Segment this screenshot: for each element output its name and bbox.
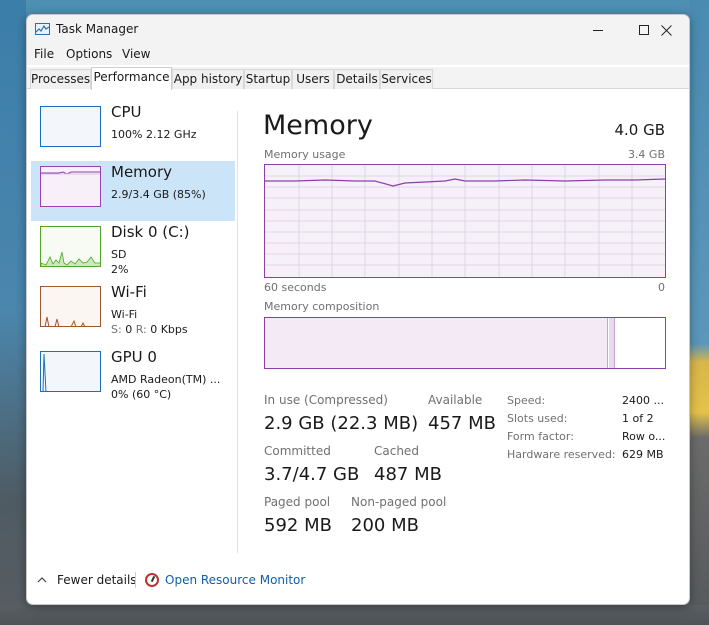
slots-used-label: Slots used:: [507, 412, 568, 425]
cached-label: Cached: [374, 444, 419, 458]
composition-modified: [609, 318, 615, 368]
sidebar-disk-usage: 2%: [111, 263, 129, 276]
paged-pool-label: Paged pool: [264, 495, 331, 509]
desktop-background-bottom: [0, 605, 709, 625]
minimize-icon: [592, 29, 603, 31]
memory-composition-bar: [264, 317, 666, 369]
fewer-details-button[interactable]: Fewer details: [37, 573, 137, 587]
tab-app-history[interactable]: App history: [172, 69, 244, 89]
sidebar-item-wifi[interactable]: Wi-Fi Wi-Fi S: 0 R: 0 Kbps: [31, 281, 235, 341]
tab-users[interactable]: Users: [292, 69, 334, 89]
sidebar-wifi-throughput: S: 0 R: 0 Kbps: [111, 323, 188, 336]
in-use-value: 2.9 GB (22.3 MB): [264, 413, 419, 434]
sidebar-wifi-adapter: Wi-Fi: [111, 308, 138, 321]
tab-details[interactable]: Details: [334, 69, 380, 89]
form-factor-value: Row o...: [622, 430, 666, 443]
menu-view[interactable]: View: [122, 47, 150, 61]
window-title: Task Manager: [56, 22, 139, 36]
sidebar-disk-type: SD: [111, 248, 127, 261]
in-use-label: In use (Compressed): [264, 393, 388, 407]
desktop-background-left: [0, 0, 26, 625]
graph-time-left: 60 seconds: [264, 281, 327, 294]
non-paged-pool-label: Non-paged pool: [351, 495, 447, 509]
paged-pool-value: 592 MB: [264, 515, 332, 536]
sidebar-cpu-title: CPU: [111, 103, 142, 121]
hardware-reserved-label: Hardware reserved:: [507, 448, 616, 461]
non-paged-pool-value: 200 MB: [351, 515, 419, 536]
resource-monitor-icon: [145, 573, 159, 587]
close-icon: [660, 24, 672, 36]
sidebar-gpu-model: AMD Radeon(TM) ...: [111, 373, 221, 386]
sidebar-memory-usage: 2.9/3.4 GB (85%): [111, 188, 206, 201]
footer-separator: [135, 572, 136, 588]
tab-performance[interactable]: Performance: [91, 67, 172, 90]
menu-options[interactable]: Options: [66, 47, 112, 61]
menu-file[interactable]: File: [34, 47, 54, 61]
tab-startup[interactable]: Startup: [244, 69, 292, 89]
cached-value: 487 MB: [374, 464, 442, 485]
speed-value: 2400 ...: [622, 394, 664, 407]
panel-divider: [237, 111, 238, 553]
hardware-reserved-value: 629 MB: [622, 448, 664, 461]
tab-bar: Processes Performance App history Startu…: [27, 67, 689, 90]
committed-value: 3.7/4.7 GB: [264, 464, 360, 485]
available-label: Available: [428, 393, 483, 407]
memory-usage-max: 3.4 GB: [627, 148, 665, 161]
page-title: Memory: [263, 110, 373, 141]
minimize-button[interactable]: [575, 15, 621, 45]
fewer-details-label: Fewer details: [57, 573, 137, 587]
tab-services[interactable]: Services: [380, 69, 433, 89]
sidebar-gpu-usage: 0% (60 °C): [111, 388, 172, 401]
memory-total: 4.0 GB: [614, 121, 665, 139]
sidebar-memory-title: Memory: [111, 163, 173, 181]
memory-composition-label: Memory composition: [264, 300, 380, 313]
sidebar-item-gpu[interactable]: GPU 0 AMD Radeon(TM) ... 0% (60 °C): [31, 346, 235, 406]
available-value: 457 MB: [428, 413, 496, 434]
slots-used-value: 1 of 2: [622, 412, 654, 425]
sidebar-cpu-usage: 100% 2.12 GHz: [111, 128, 197, 141]
sidebar-disk-title: Disk 0 (C:): [111, 223, 190, 241]
open-resource-monitor-link[interactable]: Open Resource Monitor: [145, 573, 305, 587]
close-button[interactable]: [643, 15, 689, 45]
memory-usage-label: Memory usage: [264, 148, 346, 161]
composition-in-use: [265, 318, 608, 368]
task-manager-window: Task Manager File Options View Processes…: [26, 14, 690, 605]
open-resource-monitor-label: Open Resource Monitor: [165, 573, 306, 587]
committed-label: Committed: [264, 444, 331, 458]
sidebar-item-cpu[interactable]: CPU 100% 2.12 GHz: [31, 101, 235, 161]
desktop-background-right: [690, 0, 709, 625]
speed-label: Speed:: [507, 394, 546, 407]
sidebar-item-disk[interactable]: Disk 0 (C:) SD 2%: [31, 221, 235, 281]
menu-bar: File Options View: [27, 45, 689, 65]
disk-thumbnail-graph: [40, 226, 101, 267]
sidebar-gpu-title: GPU 0: [111, 348, 157, 366]
tab-processes[interactable]: Processes: [30, 69, 91, 89]
task-manager-app-icon: [35, 23, 50, 35]
memory-usage-graph: [264, 164, 666, 278]
sidebar-wifi-title: Wi-Fi: [111, 283, 147, 301]
graph-time-right: 0: [658, 281, 665, 294]
sidebar-item-memory[interactable]: Memory 2.9/3.4 GB (85%): [31, 161, 235, 221]
memory-thumbnail-graph: [40, 166, 101, 207]
form-factor-label: Form factor:: [507, 430, 574, 443]
wifi-thumbnail-graph: [40, 286, 101, 327]
gpu-thumbnail-graph: [40, 351, 101, 392]
chevron-up-icon: [37, 577, 47, 583]
title-bar[interactable]: Task Manager: [27, 15, 689, 45]
cpu-thumbnail-graph: [40, 106, 101, 147]
